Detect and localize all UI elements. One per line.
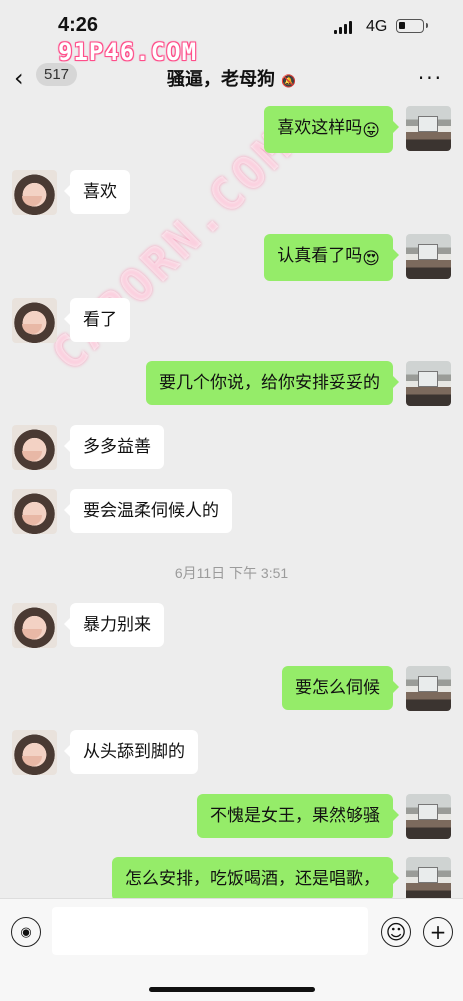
message-row: 多多益善 — [12, 425, 164, 470]
message-bubble[interactable]: 认真看了吗😍 — [264, 234, 399, 281]
battery-level — [399, 22, 405, 29]
avatar[interactable] — [406, 857, 451, 902]
avatar[interactable] — [12, 603, 57, 648]
emoji-icon[interactable]: ☺ — [381, 917, 411, 947]
message-bubble[interactable]: 要会温柔伺候人的 — [64, 489, 232, 533]
signal-icon — [334, 21, 352, 34]
chat-header: ‹ 517 骚逼，老母狗 🔕 ··· — [0, 56, 463, 102]
message-row: 要会温柔伺候人的 — [12, 489, 232, 534]
message-row: 从头舔到脚的 — [12, 730, 198, 775]
avatar[interactable] — [12, 489, 57, 534]
message-bubble[interactable]: 多多益善 — [64, 425, 164, 469]
more-icon[interactable]: ··· — [418, 66, 443, 90]
avatar[interactable] — [12, 298, 57, 343]
message-row: 要怎么伺候 — [282, 666, 451, 711]
emoji-icon: 😛 — [362, 121, 380, 141]
voice-icon[interactable]: ◉ — [11, 917, 41, 947]
battery-icon — [396, 19, 428, 33]
avatar[interactable] — [12, 170, 57, 215]
avatar[interactable] — [406, 666, 451, 711]
network-label: 4G — [366, 18, 388, 35]
message-bubble[interactable]: 看了 — [64, 298, 130, 342]
message-row: 怎么安排，吃饭喝酒，还是唱歌， — [112, 857, 451, 902]
message-row: 认真看了吗😍 — [264, 234, 451, 281]
message-row: 暴力别来 — [12, 603, 164, 648]
message-bubble[interactable]: 暴力别来 — [64, 603, 164, 647]
message-row: 要几个你说，给你安排妥妥的 — [146, 361, 451, 406]
status-time: 4:26 — [58, 14, 99, 36]
message-row: 喜欢 — [12, 170, 130, 215]
message-bubble[interactable]: 从头舔到脚的 — [64, 730, 198, 774]
message-text: 喜欢这样吗 — [277, 118, 363, 138]
message-text: 认真看了吗 — [277, 246, 363, 266]
message-row: 看了 — [12, 298, 130, 343]
avatar[interactable] — [406, 234, 451, 279]
input-bar: ◉ ☺ + — [0, 898, 463, 1001]
avatar[interactable] — [406, 361, 451, 406]
message-bubble[interactable]: 喜欢这样吗😛 — [264, 106, 399, 153]
message-bubble[interactable]: 不愧是女王，果然够骚 — [197, 794, 399, 838]
mute-icon: 🔕 — [281, 74, 296, 88]
message-row: 喜欢这样吗😛 — [264, 106, 451, 153]
message-bubble[interactable]: 要几个你说，给你安排妥妥的 — [146, 361, 399, 405]
home-indicator — [149, 987, 315, 992]
message-bubble[interactable]: 喜欢 — [64, 170, 130, 214]
message-input[interactable] — [52, 907, 368, 955]
chat-title: 骚逼，老母狗 🔕 — [0, 65, 463, 91]
avatar[interactable] — [12, 730, 57, 775]
emoji-icon: 😍 — [362, 249, 380, 269]
message-row: 不愧是女王，果然够骚 — [197, 794, 451, 839]
plus-icon[interactable]: + — [423, 917, 453, 947]
message-bubble[interactable]: 要怎么伺候 — [282, 666, 399, 710]
avatar[interactable] — [406, 106, 451, 151]
message-bubble[interactable]: 怎么安排，吃饭喝酒，还是唱歌， — [112, 857, 399, 901]
avatar[interactable] — [406, 794, 451, 839]
date-separator: 6月11日 下午 3:51 — [174, 565, 289, 581]
chat-title-text: 骚逼，老母狗 — [167, 69, 276, 90]
avatar[interactable] — [12, 425, 57, 470]
